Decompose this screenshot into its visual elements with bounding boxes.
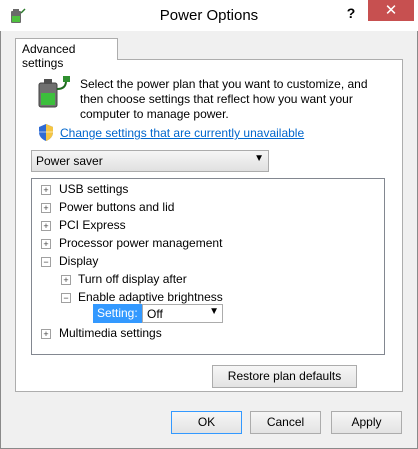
ok-button[interactable]: OK — [171, 411, 242, 434]
uac-shield-icon — [39, 124, 53, 141]
window-border-left — [0, 31, 1, 449]
expand-icon[interactable]: + — [41, 239, 51, 249]
setting-label: Setting: — [93, 304, 142, 323]
tree-node-label: Display — [59, 254, 99, 268]
chevron-down-icon: ▼ — [254, 153, 264, 164]
tree-node-label: Enable adaptive brightness — [78, 290, 223, 304]
tab-label: Advanced settings — [22, 42, 76, 70]
expand-icon[interactable]: + — [41, 203, 51, 213]
battery-power-icon — [38, 76, 70, 108]
tree-node-label: Power buttons and lid — [59, 200, 175, 214]
setting-value: Off — [147, 307, 163, 321]
expand-icon[interactable]: + — [61, 275, 71, 285]
chevron-down-icon: ▼ — [209, 306, 219, 317]
restore-plan-defaults-button[interactable]: Restore plan defaults — [212, 365, 357, 388]
change-unavailable-settings-link[interactable]: Change settings that are currently unava… — [60, 126, 304, 140]
settings-tree[interactable]: + USB settings + Power buttons and lid +… — [31, 178, 385, 355]
help-button[interactable]: ? — [340, 3, 362, 23]
tree-node-label: Multimedia settings — [59, 326, 162, 340]
adaptive-brightness-setting-select[interactable]: Off ▼ — [142, 304, 223, 323]
tree-node-label: Turn off display after — [78, 272, 187, 286]
tab-advanced-settings[interactable]: Advanced settings — [15, 38, 118, 70]
tree-node-label: PCI Express — [59, 218, 126, 232]
title-bar: Power Options ? ✕ — [0, 0, 418, 31]
expand-icon[interactable]: + — [41, 185, 51, 195]
collapse-icon[interactable]: − — [61, 293, 71, 303]
intro-text: Select the power plan that you want to c… — [80, 77, 368, 121]
power-plan-value: Power saver — [36, 154, 103, 168]
tree-node-label: USB settings — [59, 182, 129, 196]
collapse-icon[interactable]: − — [41, 257, 51, 267]
expand-icon[interactable]: + — [41, 329, 51, 339]
close-button[interactable]: ✕ — [368, 0, 414, 21]
expand-icon[interactable]: + — [41, 221, 51, 231]
apply-button[interactable]: Apply — [331, 411, 402, 434]
power-plan-select[interactable]: Power saver ▼ — [31, 150, 269, 172]
cancel-button[interactable]: Cancel — [250, 411, 321, 434]
tree-node-label: Processor power management — [59, 236, 223, 250]
